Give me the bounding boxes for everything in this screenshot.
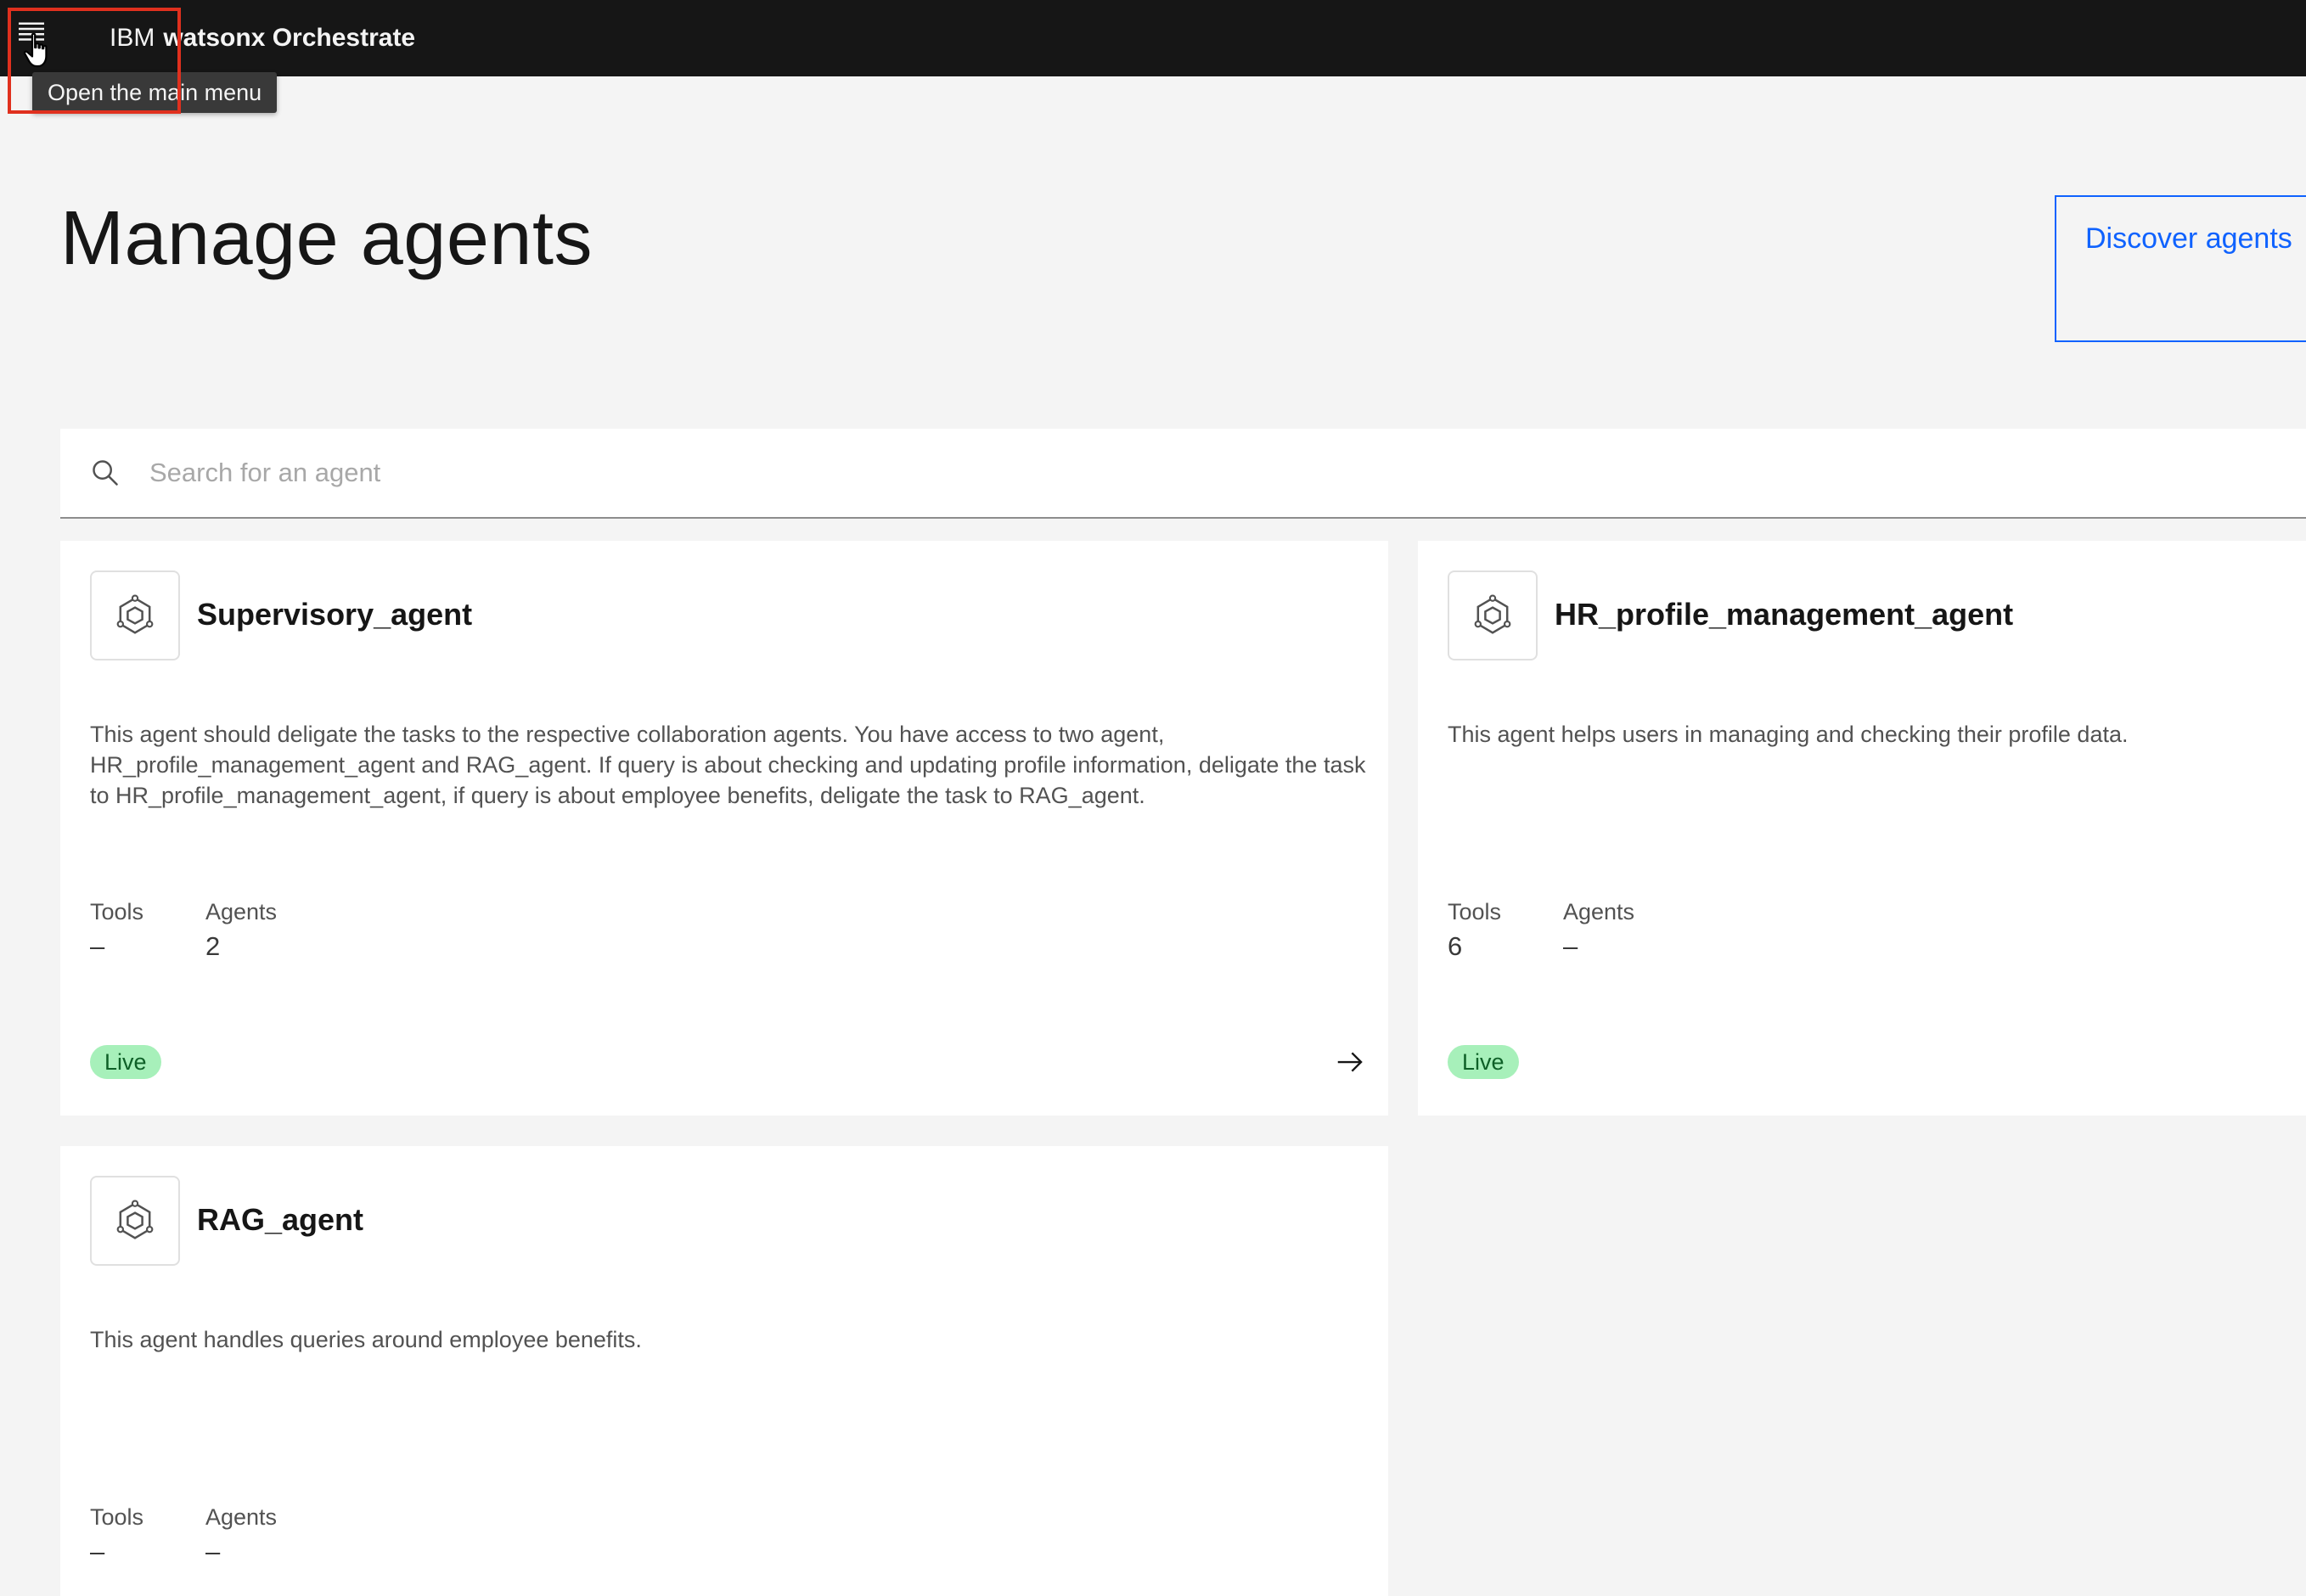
agent-hexagon-icon bbox=[116, 1200, 154, 1239]
tools-label: Tools bbox=[90, 1504, 144, 1530]
agent-card-supervisory[interactable]: Supervisory_agent This agent should deli… bbox=[60, 541, 1388, 1116]
status-badge: Live bbox=[1448, 1045, 1519, 1079]
agents-count: – bbox=[205, 1537, 221, 1566]
brand-prefix: IBM bbox=[110, 24, 155, 52]
agents-count: – bbox=[1563, 931, 1578, 961]
agent-name: Supervisory_agent bbox=[197, 597, 473, 632]
agents-count: 2 bbox=[205, 931, 221, 961]
agent-description: This agent helps users in managing and c… bbox=[1448, 722, 2129, 747]
agent-search-bar bbox=[60, 429, 2306, 519]
agents-label: Agents bbox=[1563, 899, 1635, 924]
hand-pointer-cursor-icon bbox=[23, 32, 48, 68]
agent-name: HR_profile_management_agent bbox=[1555, 597, 2014, 632]
agent-description: This agent handles queries around employ… bbox=[90, 1327, 642, 1352]
search-input[interactable] bbox=[149, 458, 1423, 488]
agent-card-hr-profile[interactable]: HR_profile_management_agent This agent h… bbox=[1418, 541, 2306, 1116]
tools-count: – bbox=[90, 1537, 105, 1566]
agent-icon-container bbox=[1448, 570, 1538, 660]
agents-label: Agents bbox=[205, 1504, 278, 1530]
tools-label: Tools bbox=[90, 899, 144, 924]
discover-agents-button[interactable]: Discover agents bbox=[2055, 195, 2306, 342]
agent-hexagon-icon bbox=[1474, 594, 1511, 634]
agent-description: This agent should deligate the tasks to … bbox=[90, 722, 1366, 808]
top-navigation-bar: IBM watsonx Orchestrate bbox=[0, 0, 2306, 76]
agent-card-rag[interactable]: RAG_agent This agent handles queries aro… bbox=[60, 1146, 1388, 1596]
tools-label: Tools bbox=[1448, 899, 1502, 924]
agent-icon-container bbox=[90, 1176, 180, 1266]
agent-hexagon-icon bbox=[116, 594, 154, 634]
app-brand[interactable]: IBM watsonx Orchestrate bbox=[110, 17, 415, 59]
agents-label: Agents bbox=[205, 899, 278, 924]
tools-count: – bbox=[90, 931, 105, 961]
agent-icon-container bbox=[90, 570, 180, 660]
search-icon bbox=[93, 460, 118, 486]
main-menu-tooltip: Open the main menu bbox=[32, 72, 278, 113]
agent-name: RAG_agent bbox=[197, 1202, 364, 1237]
product-name: watsonx Orchestrate bbox=[163, 24, 416, 52]
tools-count: 6 bbox=[1448, 931, 1463, 961]
page-title: Manage agents bbox=[60, 196, 593, 281]
status-badge: Live bbox=[90, 1045, 161, 1079]
arrow-right-icon[interactable] bbox=[1334, 1046, 1366, 1078]
